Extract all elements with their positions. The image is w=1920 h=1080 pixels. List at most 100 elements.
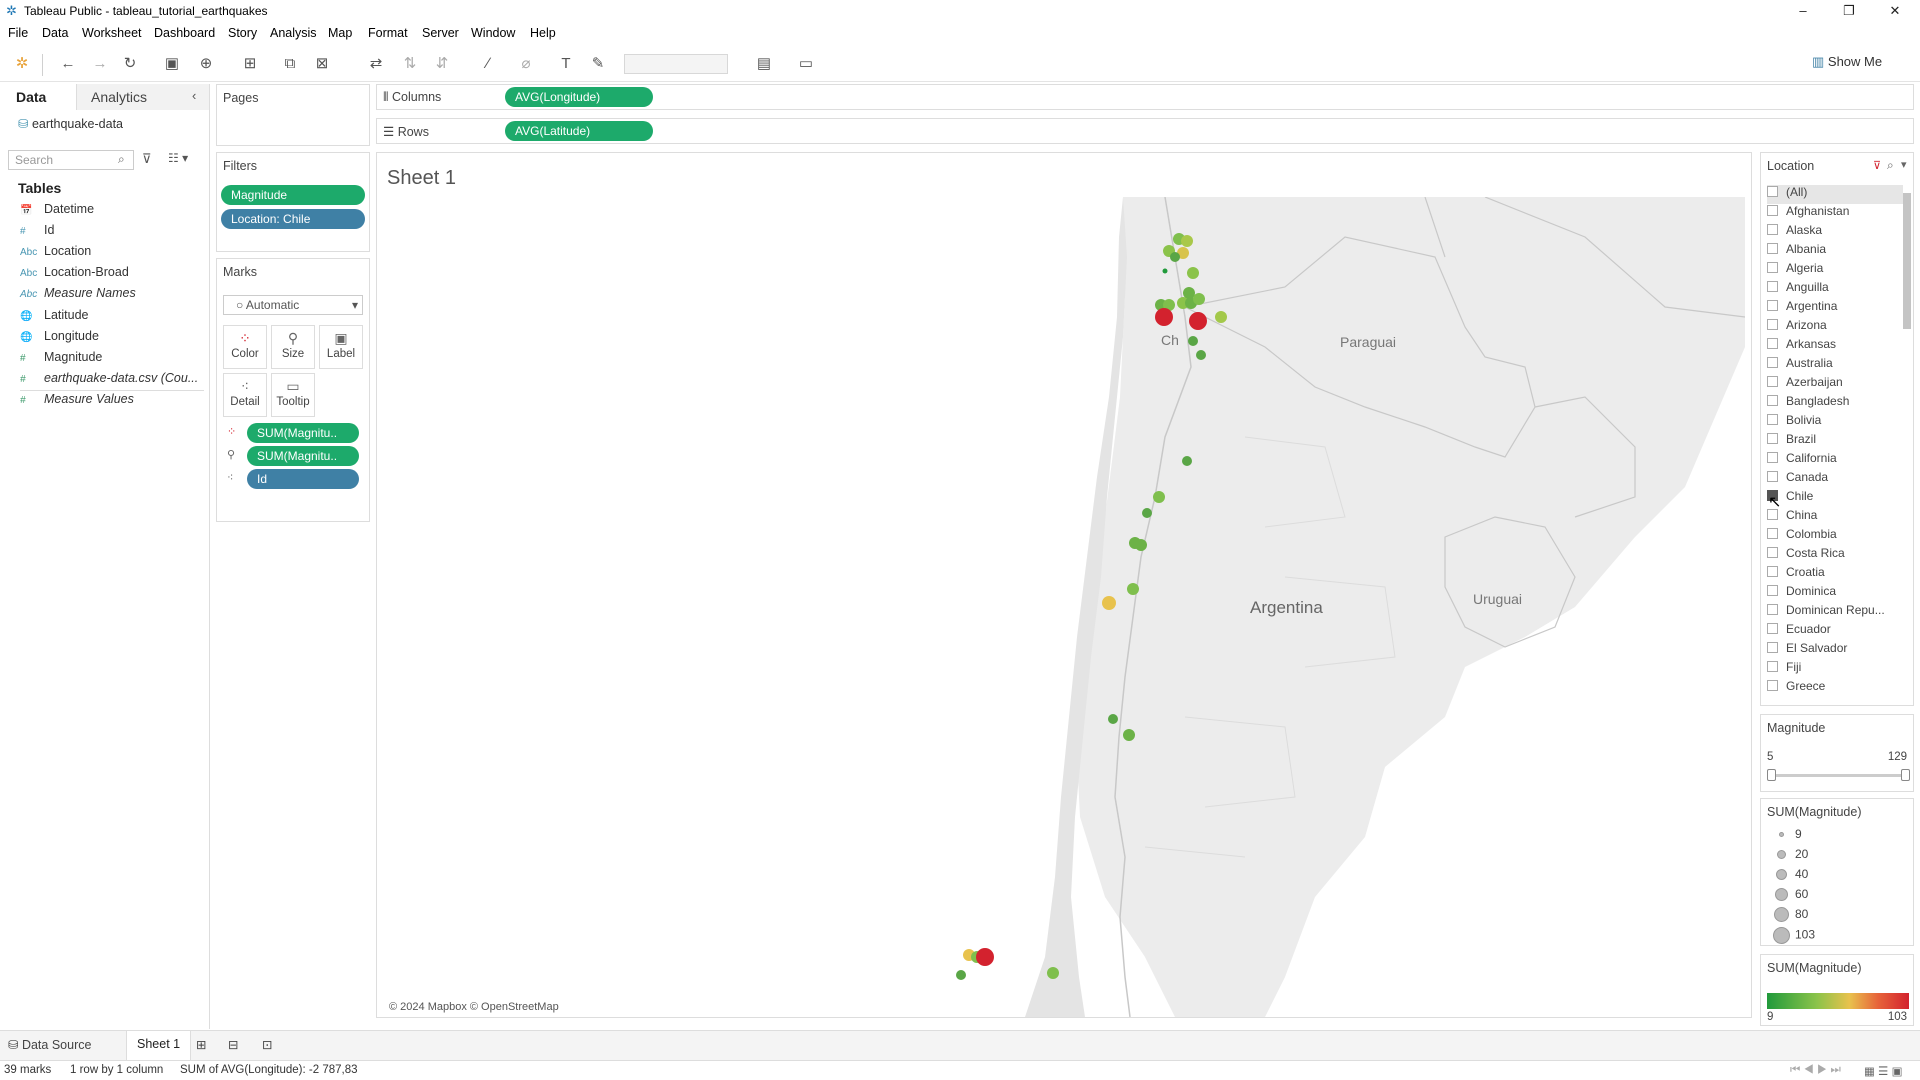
- checkbox[interactable]: [1767, 338, 1778, 349]
- filters-card[interactable]: Filters Magnitude Location: Chile: [216, 152, 370, 252]
- checkbox[interactable]: [1767, 661, 1778, 672]
- location-option[interactable]: Bangladesh: [1767, 394, 1849, 413]
- checkbox[interactable]: [1767, 623, 1778, 634]
- new-worksheet-icon[interactable]: ⊞: [196, 1037, 206, 1052]
- location-option[interactable]: Canada: [1767, 470, 1828, 489]
- quake-mark[interactable]: [1127, 583, 1139, 595]
- search-icon[interactable]: ⌕: [1887, 158, 1894, 173]
- checkbox[interactable]: [1767, 186, 1778, 197]
- location-option[interactable]: Azerbaijan: [1767, 375, 1843, 394]
- location-option[interactable]: Costa Rica: [1767, 546, 1845, 565]
- view-mode-icon[interactable]: ▦ ☰ ▣: [1864, 1064, 1902, 1078]
- clear-filter-icon[interactable]: ⊽: [1873, 159, 1881, 172]
- quake-mark[interactable]: [976, 948, 994, 966]
- new-story-icon[interactable]: ⊡: [262, 1037, 272, 1052]
- redo-icon[interactable]: →: [90, 54, 110, 74]
- menu-format[interactable]: Format: [368, 26, 408, 40]
- checkbox[interactable]: [1767, 243, 1778, 254]
- quake-mark[interactable]: [1153, 491, 1165, 503]
- location-option[interactable]: Colombia: [1767, 527, 1837, 546]
- tab-data[interactable]: Data: [0, 84, 76, 110]
- new-datasource-icon[interactable]: ⊕: [196, 54, 216, 74]
- columns-shelf[interactable]: ⦀ Columns AVG(Longitude): [376, 84, 1914, 110]
- location-option[interactable]: El Salvador: [1767, 641, 1847, 660]
- label-icon[interactable]: T: [556, 54, 576, 74]
- swap-icon[interactable]: ⇄: [366, 54, 386, 74]
- quake-mark[interactable]: [1155, 308, 1173, 326]
- checkbox[interactable]: [1767, 205, 1778, 216]
- quake-mark[interactable]: [1183, 287, 1195, 299]
- map-canvas[interactable]: Paraguai Argentina Uruguai Ch: [385, 197, 1745, 1017]
- menu-window[interactable]: Window: [471, 26, 515, 40]
- checkbox[interactable]: [1767, 319, 1778, 330]
- tab-analytics[interactable]: Analytics: [76, 84, 209, 110]
- checkbox[interactable]: [1767, 528, 1778, 539]
- checkbox[interactable]: [1767, 300, 1778, 311]
- label-button[interactable]: ▣ Label: [319, 325, 363, 369]
- duplicate-icon[interactable]: ⧉: [280, 54, 300, 74]
- location-option[interactable]: Dominican Repu...: [1767, 603, 1885, 622]
- tooltip-button[interactable]: ▭ Tooltip: [271, 373, 315, 417]
- location-option[interactable]: Algeria: [1767, 261, 1823, 280]
- quake-mark[interactable]: [1188, 336, 1198, 346]
- quake-mark[interactable]: [1182, 456, 1192, 466]
- location-option[interactable]: Croatia: [1767, 565, 1825, 584]
- field-longitude[interactable]: 🌐 Longitude: [20, 329, 99, 349]
- field-measure-values[interactable]: # Measure Values: [20, 392, 134, 412]
- field-latitude[interactable]: 🌐 Latitude: [20, 308, 88, 328]
- new-dashboard-icon[interactable]: ⊟: [228, 1037, 238, 1052]
- field-id[interactable]: # Id: [20, 223, 54, 243]
- location-option[interactable]: Arkansas: [1767, 337, 1836, 356]
- checkbox[interactable]: [1767, 357, 1778, 368]
- quake-mark[interactable]: [1181, 235, 1193, 247]
- menu-dashboard[interactable]: Dashboard: [154, 26, 215, 40]
- columns-pill[interactable]: AVG(Longitude): [505, 87, 653, 107]
- slider-handle-min[interactable]: [1767, 769, 1776, 781]
- checkbox[interactable]: [1767, 585, 1778, 596]
- checkbox[interactable]: [1767, 281, 1778, 292]
- location-option[interactable]: Anguilla: [1767, 280, 1829, 299]
- checkbox[interactable]: [1767, 471, 1778, 482]
- rows-pill[interactable]: AVG(Latitude): [505, 121, 653, 141]
- show-cards-icon[interactable]: ▤: [754, 54, 774, 74]
- field-measure-names[interactable]: Abc Measure Names: [20, 286, 136, 306]
- slider-handle-max[interactable]: [1901, 769, 1910, 781]
- location-option[interactable]: Fiji: [1767, 660, 1801, 679]
- undo-icon[interactable]: ←: [58, 54, 78, 74]
- quake-mark[interactable]: [1193, 293, 1205, 305]
- field-location-broad[interactable]: Abc Location-Broad: [20, 265, 129, 285]
- fit-dropdown[interactable]: [624, 54, 728, 74]
- field-record-count[interactable]: # earthquake-data.csv (Cou...: [20, 371, 198, 391]
- field-magnitude[interactable]: # Magnitude: [20, 350, 102, 370]
- location-option[interactable]: Alaska: [1767, 223, 1822, 242]
- quake-mark[interactable]: [1102, 596, 1116, 610]
- mark-type-dropdown[interactable]: ○ Automatic ▾: [223, 295, 363, 315]
- pin-icon[interactable]: ✎: [588, 54, 608, 74]
- minimize-icon[interactable]: –: [1780, 0, 1826, 22]
- checkbox[interactable]: [1767, 566, 1778, 577]
- location-option[interactable]: Afghanistan: [1767, 204, 1849, 223]
- tab-data-source[interactable]: ⛁ Data Source: [8, 1037, 91, 1052]
- view-options-icon[interactable]: ☷ ▾: [168, 151, 188, 165]
- checkbox[interactable]: [1767, 642, 1778, 653]
- location-option[interactable]: Dominica: [1767, 584, 1836, 603]
- quake-mark[interactable]: [1135, 539, 1147, 551]
- checkbox[interactable]: [1767, 452, 1778, 463]
- quake-mark[interactable]: [1196, 350, 1206, 360]
- filter-icon[interactable]: ⊽: [142, 151, 152, 167]
- search-input[interactable]: Search: [8, 150, 134, 170]
- rows-shelf[interactable]: ☰ Rows AVG(Latitude): [376, 118, 1914, 144]
- field-datetime[interactable]: 📅 Datetime: [20, 202, 94, 222]
- menu-map[interactable]: Map: [328, 26, 352, 40]
- map-credit[interactable]: © 2024 Mapbox © OpenStreetMap: [389, 1001, 559, 1013]
- checkbox[interactable]: [1767, 433, 1778, 444]
- nav-first-icon[interactable]: ⏮ ◀ ▶ ⏭: [1790, 1064, 1841, 1077]
- size-button[interactable]: ⚲ Size: [271, 325, 315, 369]
- location-option[interactable]: (All): [1767, 185, 1903, 204]
- color-button[interactable]: ⁘ Color: [223, 325, 267, 369]
- collapse-pane-icon[interactable]: ‹: [192, 88, 196, 103]
- close-icon[interactable]: ✕: [1872, 0, 1918, 22]
- menu-file[interactable]: File: [8, 26, 28, 40]
- quake-mark[interactable]: [1215, 311, 1227, 323]
- location-option[interactable]: Greece: [1767, 679, 1825, 698]
